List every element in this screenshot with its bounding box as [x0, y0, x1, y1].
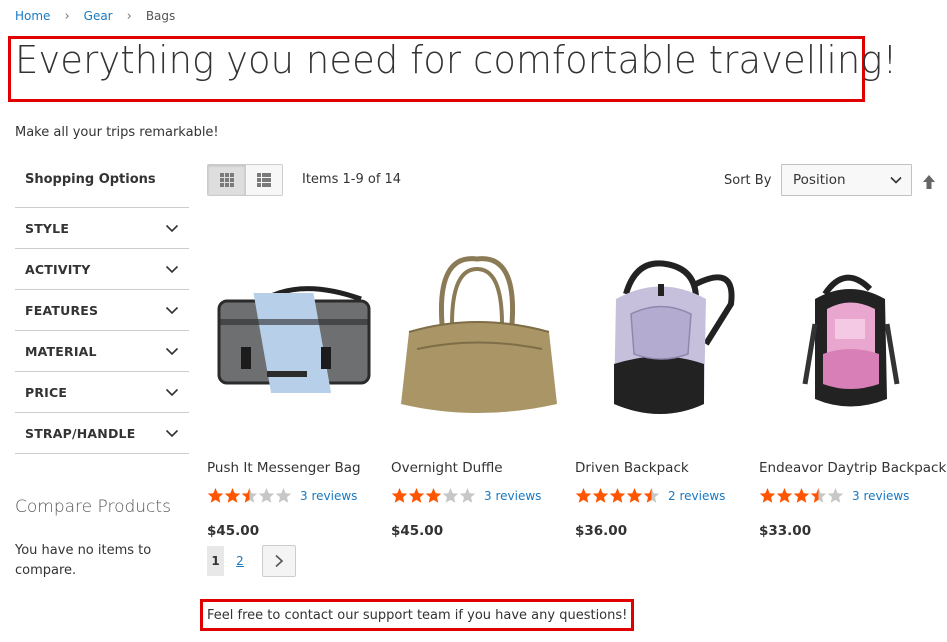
chevron-down-icon — [165, 306, 179, 315]
star-icon — [258, 488, 275, 503]
product-price: $36.00 — [575, 523, 628, 539]
product-price: $45.00 — [207, 523, 260, 539]
star-icon — [241, 488, 258, 503]
star-icon — [224, 488, 241, 503]
chevron-right-icon: › — [64, 8, 70, 24]
chevron-right-icon: › — [126, 8, 132, 24]
rating-stars — [207, 487, 292, 504]
star-icon — [776, 488, 793, 503]
product-name-link[interactable]: Push It Messenger Bag — [207, 460, 361, 476]
list-icon — [257, 173, 271, 187]
page-2-link[interactable]: 2 — [228, 546, 252, 576]
product-price: $45.00 — [391, 523, 444, 539]
product-rating: 3 reviews — [759, 487, 909, 504]
reviews-link[interactable]: 2 reviews — [668, 489, 725, 503]
grid-view-button[interactable] — [208, 165, 245, 195]
filter-label: STRAP/HANDLE — [25, 425, 136, 441]
product-item: Overnight Duffle 3 reviews $45.00 — [391, 244, 563, 539]
breadcrumb-gear-link[interactable]: Gear — [84, 9, 113, 23]
page-current: 1 — [207, 546, 224, 576]
backpack-image — [614, 260, 735, 414]
breadcrumb: Home › Gear › Bags — [15, 7, 175, 25]
reviews-link[interactable]: 3 reviews — [484, 489, 541, 503]
product-image[interactable] — [391, 244, 563, 434]
sort-by-label: Sort By — [724, 173, 772, 188]
product-name-link[interactable]: Overnight Duffle — [391, 460, 503, 476]
product-image[interactable] — [575, 244, 747, 434]
filter-features[interactable]: FEATURES — [15, 290, 189, 331]
compare-empty-text: You have no items to compare. — [15, 543, 152, 578]
daytrip-backpack-image — [802, 274, 900, 407]
filter-label: MATERIAL — [25, 343, 97, 359]
chevron-down-icon — [165, 388, 179, 397]
star-icon — [575, 488, 592, 503]
star-icon — [442, 488, 459, 503]
category-description: Make all your trips remarkable! — [15, 125, 219, 140]
contact-support-note: Feel free to contact our support team if… — [207, 608, 628, 623]
star-icon — [759, 488, 776, 503]
next-page-button[interactable] — [262, 545, 296, 577]
reviews-link[interactable]: 3 reviews — [852, 489, 909, 503]
star-icon — [207, 488, 224, 503]
filter-label: PRICE — [25, 384, 68, 400]
star-icon — [592, 488, 609, 503]
star-icon — [827, 488, 844, 503]
sort-by-select[interactable]: Position — [781, 164, 912, 196]
chevron-down-icon — [165, 224, 179, 233]
star-icon — [793, 488, 810, 503]
product-rating: 2 reviews — [575, 487, 725, 504]
product-name-link[interactable]: Endeavor Daytrip Backpack — [759, 460, 946, 476]
rating-stars — [575, 487, 660, 504]
filter-strap-handle[interactable]: STRAP/HANDLE — [15, 413, 189, 454]
product-item: Endeavor Daytrip Backpack 3 reviews $33.… — [759, 244, 946, 539]
list-view-button[interactable] — [245, 165, 282, 195]
filter-material[interactable]: MATERIAL — [15, 331, 189, 372]
messenger-bag-image — [217, 286, 371, 393]
star-icon — [810, 488, 827, 503]
product-rating: 3 reviews — [207, 487, 357, 504]
duffle-bag-image — [401, 256, 557, 413]
star-icon — [408, 488, 425, 503]
chevron-right-icon — [275, 554, 284, 568]
filter-price[interactable]: PRICE — [15, 372, 189, 413]
rating-stars — [391, 487, 476, 504]
shopping-options-title: Shopping Options — [15, 164, 189, 208]
sort-by-value: Position — [793, 172, 846, 188]
product-price: $33.00 — [759, 523, 812, 539]
filter-label: ACTIVITY — [25, 261, 91, 277]
filter-label: FEATURES — [25, 302, 99, 318]
sort-direction-arrow-icon[interactable] — [921, 174, 937, 190]
star-icon — [275, 488, 292, 503]
star-icon — [643, 488, 660, 503]
chevron-down-icon — [165, 347, 179, 356]
pagination: 1 2 — [207, 545, 296, 577]
rating-stars — [759, 487, 844, 504]
star-icon — [609, 488, 626, 503]
filter-style[interactable]: STYLE — [15, 208, 189, 249]
breadcrumb-current: Bags — [145, 9, 176, 23]
chevron-down-icon — [165, 265, 179, 274]
filter-label: STYLE — [25, 220, 70, 236]
breadcrumb-home-link[interactable]: Home — [15, 9, 50, 23]
view-mode-switcher — [207, 164, 283, 196]
star-icon — [391, 488, 408, 503]
product-image[interactable] — [207, 244, 379, 434]
compare-products-title: Compare Products — [15, 497, 171, 517]
product-item: Push It Messenger Bag 3 reviews $45.00 — [207, 244, 379, 539]
product-item: Driven Backpack 2 reviews $36.00 — [575, 244, 747, 539]
star-icon — [459, 488, 476, 503]
sidebar-filters: Shopping Options STYLE ACTIVITY FEATURES MA… — [15, 164, 189, 454]
star-icon — [626, 488, 643, 503]
chevron-down-icon — [165, 429, 179, 438]
product-rating: 3 reviews — [391, 487, 541, 504]
product-name-link[interactable]: Driven Backpack — [575, 460, 689, 476]
product-image[interactable] — [759, 244, 931, 434]
grid-icon — [219, 173, 234, 187]
chevron-down-icon — [890, 176, 902, 184]
items-count: Items 1-9 of 14 — [302, 172, 402, 187]
reviews-link[interactable]: 3 reviews — [300, 489, 357, 503]
filter-activity[interactable]: ACTIVITY — [15, 249, 189, 290]
page-title: Everything you need for comfortable trav… — [15, 38, 898, 82]
star-icon — [425, 488, 442, 503]
